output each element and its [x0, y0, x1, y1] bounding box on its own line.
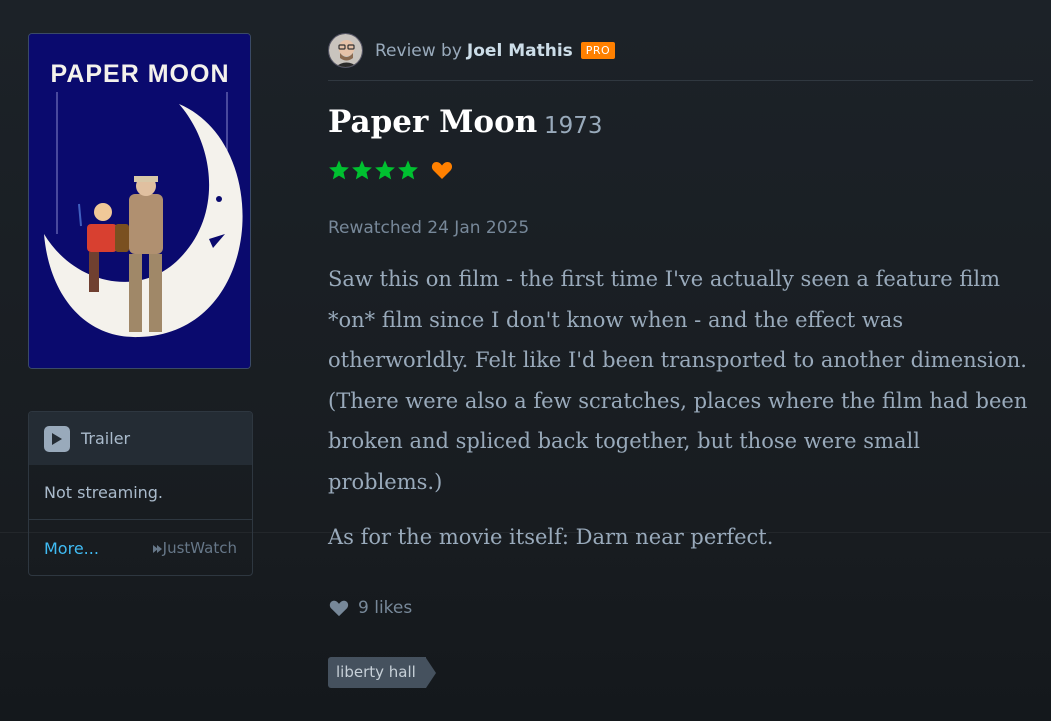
streaming-status: Not streaming. [29, 465, 252, 520]
play-icon [44, 425, 70, 452]
film-year[interactable]: 1973 [544, 113, 603, 139]
film-title[interactable]: Paper Moon [328, 104, 537, 140]
pro-badge: PRO [580, 42, 616, 59]
watched-date: Rewatched 24 Jan 2025 [328, 218, 530, 238]
review-paragraph: As for the movie itself: Darn near perfe… [328, 524, 774, 549]
justwatch-logo-icon [152, 545, 162, 553]
review-paragraph: Saw this on film - the first time I've a… [328, 267, 1028, 494]
film-poster[interactable]: PAPER MOON [28, 33, 251, 369]
author-link[interactable]: Joel Mathis [467, 41, 573, 61]
poster-artwork: PAPER MOON [29, 34, 250, 368]
trailer-button[interactable]: Trailer [29, 412, 252, 465]
star-icon [352, 160, 372, 180]
tag-arrow [425, 657, 436, 688]
review-text: Saw this on film - the first time I've a… [328, 259, 1028, 571]
where-to-watch-panel: Trailer Not streaming. More... JustWatch [28, 411, 253, 576]
justwatch-label: JustWatch [162, 539, 237, 557]
more-services-link[interactable]: More... [44, 539, 99, 558]
star-icon [329, 160, 349, 180]
tag-liberty-hall[interactable]: liberty hall [328, 657, 436, 688]
avatar[interactable] [328, 33, 363, 68]
rating [328, 158, 454, 182]
review-header: Review by Joel Mathis PRO [328, 33, 1033, 81]
tag-label: liberty hall [328, 657, 426, 688]
liked-heart-icon [431, 162, 453, 179]
likes-count[interactable]: 9 likes [328, 598, 412, 618]
heart-icon [329, 600, 349, 617]
star-icon [375, 160, 395, 180]
review-byline: Review by Joel Mathis [375, 41, 573, 61]
star-icon [398, 160, 418, 180]
justwatch-attribution[interactable]: JustWatch [152, 539, 237, 557]
byline-prefix: Review by [375, 40, 462, 61]
trailer-label: Trailer [81, 429, 131, 448]
likes-label: 9 likes [358, 598, 413, 618]
poster-title: PAPER MOON [51, 60, 230, 88]
